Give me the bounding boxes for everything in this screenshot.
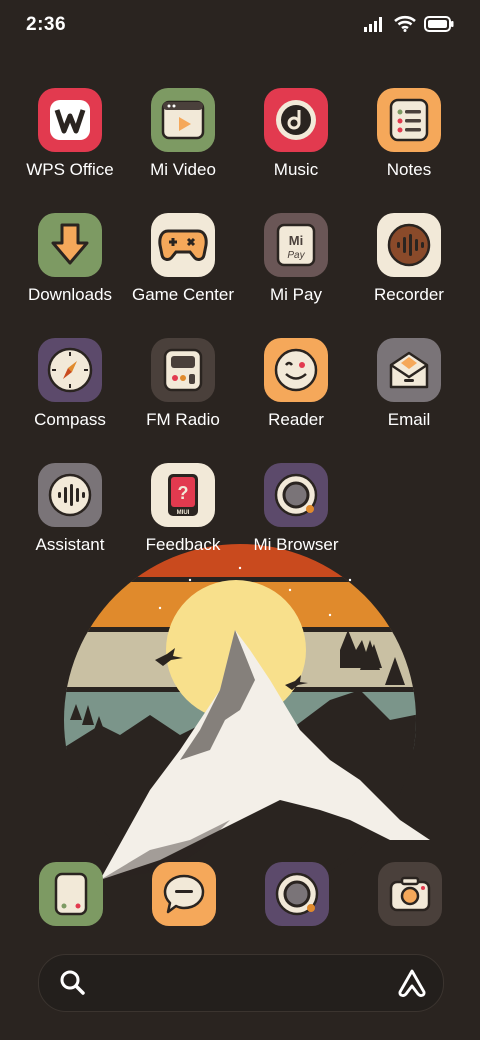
- signal-icon: [364, 16, 382, 32]
- app-compass[interactable]: Compass: [15, 338, 125, 430]
- dock-phone[interactable]: [39, 862, 103, 926]
- app-label: Compass: [34, 410, 106, 429]
- app-label: FM Radio: [146, 410, 220, 429]
- app-icon-tile: [151, 88, 215, 152]
- dock-messages[interactable]: [152, 862, 216, 926]
- app-mi-video[interactable]: Mi Video: [128, 88, 238, 180]
- app-fm-radio[interactable]: FM Radio: [128, 338, 238, 430]
- app-icon-tile: [377, 213, 441, 277]
- smiley-face-icon: [274, 348, 318, 392]
- app-notes[interactable]: Notes: [354, 88, 464, 180]
- app-label: Music: [273, 160, 319, 179]
- app-label: Feedback: [145, 535, 221, 554]
- svg-text:MIUI: MIUI: [177, 510, 190, 516]
- svg-text:Pay: Pay: [287, 250, 305, 261]
- app-label: Recorder: [374, 285, 444, 304]
- sound-wave-icon: [387, 223, 431, 267]
- svg-text:?: ?: [178, 483, 189, 503]
- assistant-logo-icon[interactable]: [397, 968, 427, 998]
- gamepad-icon: [158, 229, 208, 261]
- compass-icon: [47, 347, 93, 393]
- status-time: 2:36: [26, 14, 67, 35]
- app-email[interactable]: Email: [354, 338, 464, 430]
- app-icon-tile: [38, 88, 102, 152]
- app-mi-pay[interactable]: Mi Pay Mi Pay: [241, 213, 351, 305]
- dock-browser[interactable]: [265, 862, 329, 926]
- app-label: Mi Video: [150, 160, 216, 179]
- status-icons: [364, 15, 454, 32]
- app-label: Mi Browser: [253, 535, 339, 554]
- app-label: WPS Office: [26, 160, 114, 179]
- app-mi-browser[interactable]: Mi Browser: [241, 463, 351, 555]
- app-label: Email: [387, 410, 431, 429]
- phone-handset-icon: [54, 872, 88, 916]
- app-icon-tile: [38, 213, 102, 277]
- search-icon[interactable]: [59, 969, 87, 997]
- app-label: Reader: [268, 410, 324, 429]
- search-bar[interactable]: [38, 954, 444, 1012]
- app-label: Mi Pay: [270, 285, 322, 304]
- chat-bubble-icon: [163, 874, 205, 914]
- dock-camera[interactable]: [378, 862, 442, 926]
- app-game-center[interactable]: Game Center: [128, 213, 238, 305]
- app-icon-tile: [377, 88, 441, 152]
- app-icon-tile: [377, 338, 441, 402]
- app-icon-tile: [264, 463, 328, 527]
- app-icon-tile: ? MIUI: [151, 463, 215, 527]
- browser-icon: [275, 872, 319, 916]
- app-assistant[interactable]: Assistant: [15, 463, 125, 555]
- app-icon-tile: [264, 338, 328, 402]
- app-icon-tile: [264, 88, 328, 152]
- app-recorder[interactable]: Recorder: [354, 213, 464, 305]
- app-feedback[interactable]: ? MIUI Feedback: [128, 463, 238, 555]
- voice-assistant-icon: [48, 473, 92, 517]
- video-player-icon: [161, 100, 205, 140]
- mi-pay-card-icon: Mi Pay: [276, 223, 316, 267]
- feedback-question-icon: ? MIUI: [168, 474, 198, 516]
- app-wps-office[interactable]: WPS Office: [15, 88, 125, 180]
- battery-icon: [424, 15, 454, 32]
- app-downloads[interactable]: Downloads: [15, 213, 125, 305]
- app-icon-tile: [38, 463, 102, 527]
- wifi-icon: [394, 15, 416, 32]
- notes-list-icon: [389, 98, 429, 142]
- app-icon-tile: [38, 338, 102, 402]
- camera-icon: [389, 876, 431, 912]
- app-label: Notes: [386, 160, 432, 179]
- svg-text:Mi: Mi: [289, 233, 303, 248]
- wps-logo-icon: [50, 100, 90, 140]
- app-icon-tile: Mi Pay: [264, 213, 328, 277]
- envelope-icon: [389, 351, 429, 389]
- app-music[interactable]: Music: [241, 88, 351, 180]
- music-disc-icon: [276, 100, 316, 140]
- status-bar: 2:36: [0, 0, 480, 50]
- browser-icon: [274, 473, 318, 517]
- app-reader[interactable]: Reader: [241, 338, 351, 430]
- app-icon-tile: [151, 338, 215, 402]
- app-label: Game Center: [131, 285, 235, 304]
- app-label: Assistant: [35, 535, 105, 554]
- app-label: Downloads: [27, 285, 113, 304]
- download-arrow-icon: [51, 223, 89, 265]
- app-icon-tile: [151, 213, 215, 277]
- radio-icon: [163, 348, 203, 392]
